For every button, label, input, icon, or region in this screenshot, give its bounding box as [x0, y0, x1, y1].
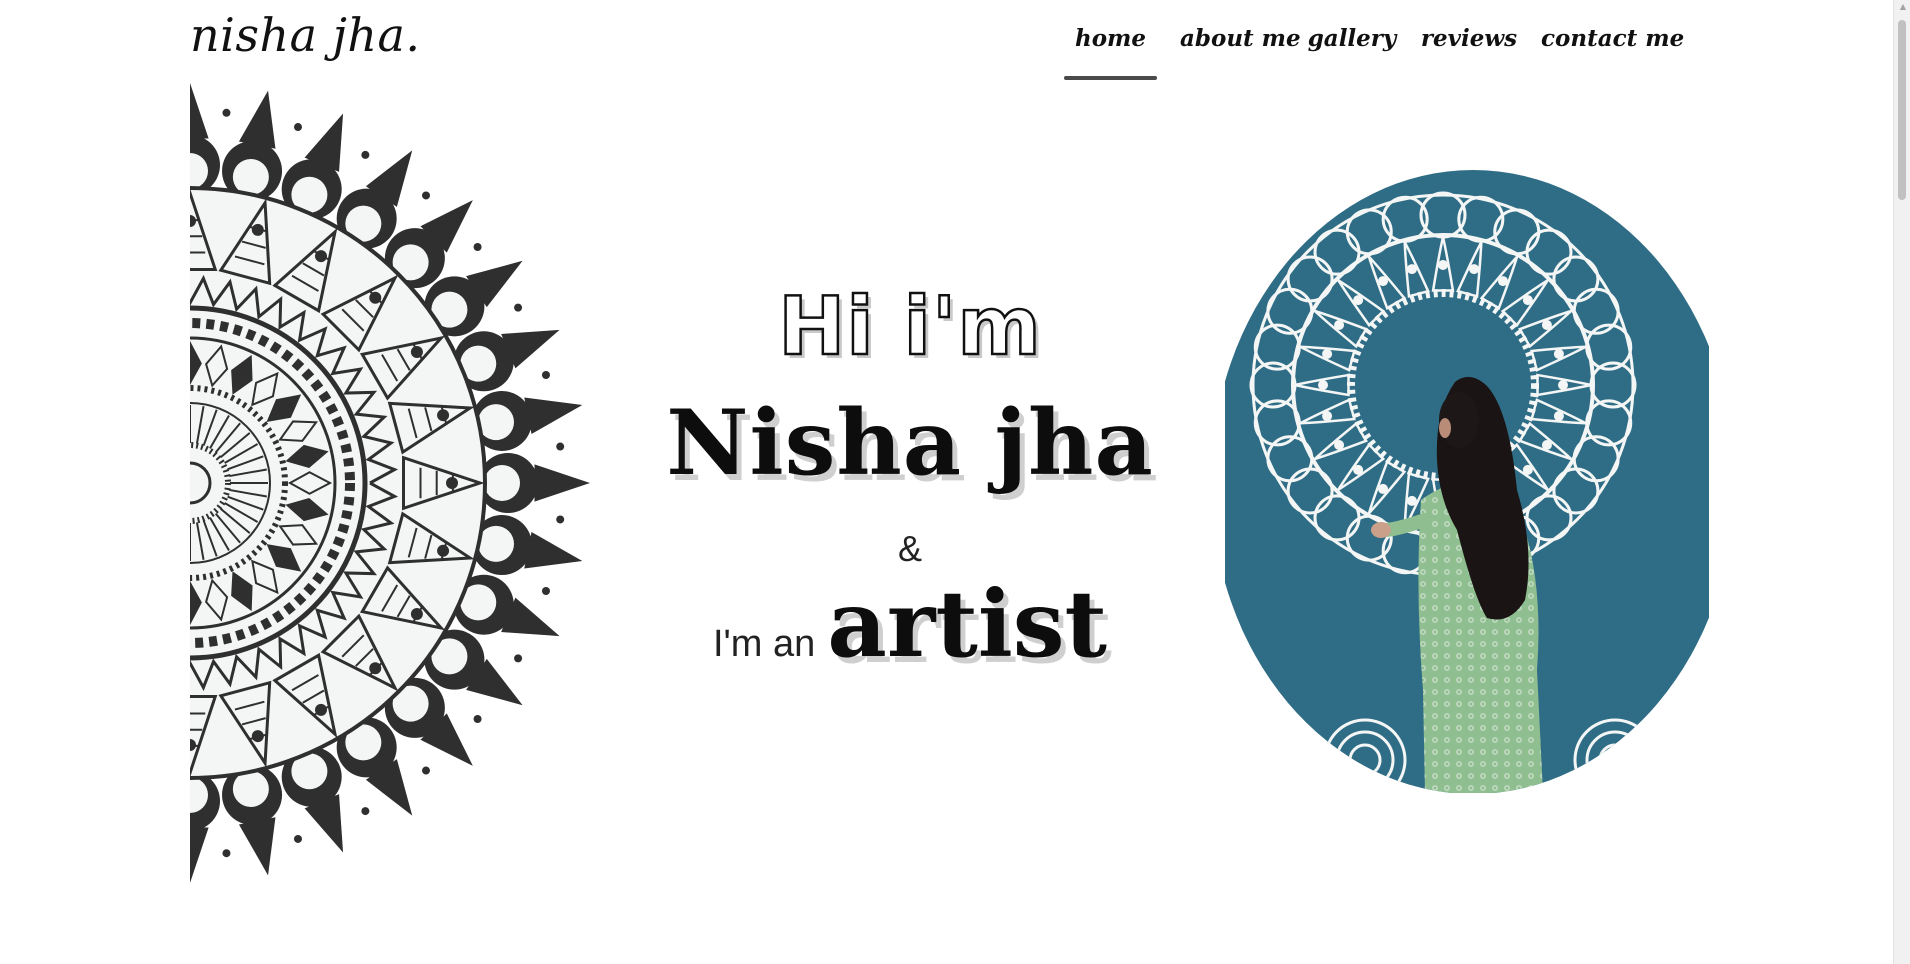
site-logo[interactable]: nisha jha.	[190, 8, 421, 62]
role-word: artist	[827, 570, 1108, 678]
artist-photo	[1225, 170, 1709, 793]
name-heading: Nisha jha	[666, 390, 1154, 496]
nav-item-home[interactable]: home	[1064, 14, 1157, 84]
mandala-art-icon	[190, 83, 590, 883]
artist-photo-icon	[1225, 170, 1709, 793]
nav-item-reviews[interactable]: reviews	[1420, 14, 1518, 84]
ampersand: &	[897, 528, 922, 569]
greeting-heading: Hi i'm	[777, 279, 1042, 375]
nav-item-gallery[interactable]: gallery	[1307, 14, 1397, 84]
mandala-illustration	[190, 80, 615, 886]
role-prefix: I'm an	[712, 623, 816, 665]
scroll-thumb[interactable]	[1898, 20, 1906, 200]
nav-item-about-me[interactable]: about me	[1180, 14, 1301, 84]
role-line: I'm an artist	[640, 570, 1180, 678]
nav-item-contact-me[interactable]: contact me	[1541, 14, 1684, 84]
scroll-up-icon[interactable]: ▲	[1900, 3, 1906, 11]
scrollbar[interactable]: ▲	[1893, 0, 1910, 964]
page: nisha jha. home about me gallery reviews…	[0, 0, 1894, 964]
